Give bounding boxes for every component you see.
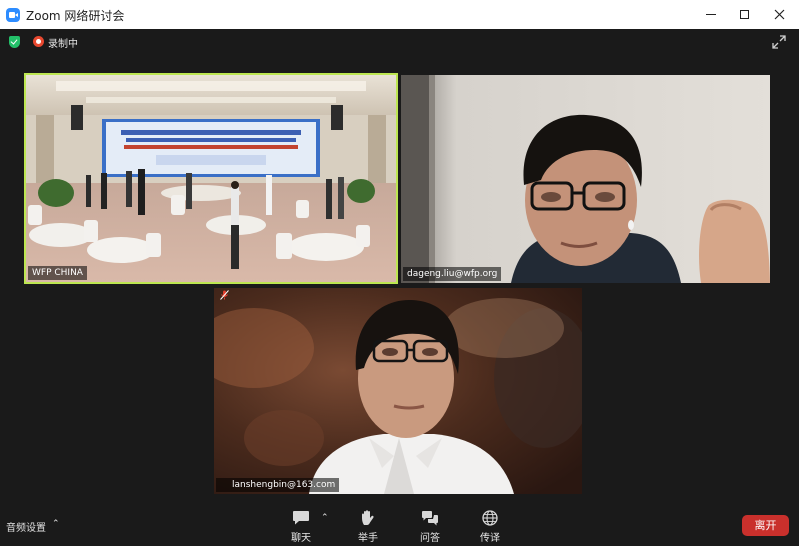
fullscreen-icon[interactable] [772, 35, 786, 49]
zoom-app-icon [6, 8, 20, 22]
mic-muted-icon [220, 290, 229, 300]
video-tile-dageng-liu[interactable]: dageng.liu@wfp.org [401, 75, 770, 283]
raise-hand-label: 举手 [358, 533, 378, 544]
shield-check-icon[interactable] [9, 36, 20, 48]
title-bar: Zoom 网络研讨会 [0, 0, 799, 29]
interpretation-label: 传译 [480, 533, 500, 544]
chevron-up-icon[interactable]: ⌃ [321, 513, 329, 523]
participant-name-tag: dageng.liu@wfp.org [403, 267, 502, 281]
minimize-icon [706, 14, 716, 15]
window-title: Zoom 网络研讨会 [26, 9, 125, 23]
maximize-icon [739, 10, 749, 19]
recording-icon [33, 36, 44, 47]
interpretation-button[interactable]: 传译 [470, 508, 510, 546]
chat-icon [293, 511, 309, 525]
maximize-button[interactable] [727, 0, 761, 29]
globe-icon [482, 510, 498, 526]
meeting-toolbar: 音频设置 ⌃ 聊天 ⌃ 举手 问答 传译 离开 [0, 505, 799, 546]
close-button[interactable] [762, 0, 796, 29]
leave-button[interactable]: 离开 [742, 515, 789, 536]
qa-label: 问答 [420, 533, 440, 544]
raise-hand-icon [362, 510, 374, 525]
minimize-button[interactable] [694, 0, 728, 29]
qa-button[interactable]: 问答 [410, 508, 450, 546]
meeting-status-bar: 录制中 [0, 29, 799, 55]
video-feed-lanshengbin [214, 288, 582, 494]
video-feed-conference-hall [26, 75, 396, 282]
video-feed-dageng-liu [401, 75, 770, 283]
qa-icon [422, 511, 438, 526]
participant-name-tag: lanshengbin@163.com [216, 478, 340, 492]
video-tile-wfp-china[interactable]: WFP CHINA [24, 73, 398, 284]
recording-label: 录制中 [48, 39, 78, 50]
close-icon [774, 9, 784, 20]
zoom-window: Zoom 网络研讨会 录制中 WFP CHINA dageng.liu@wfp.… [0, 0, 799, 546]
chevron-up-icon[interactable]: ⌃ [52, 519, 60, 529]
chat-label: 聊天 [291, 533, 311, 544]
chat-button[interactable]: 聊天 [281, 508, 321, 546]
video-tile-lanshengbin[interactable]: lanshengbin@163.com [214, 288, 582, 494]
audio-settings-button[interactable]: 音频设置 [6, 519, 46, 534]
participant-name-tag: WFP CHINA [28, 266, 87, 280]
raise-hand-button[interactable]: 举手 [348, 508, 388, 546]
